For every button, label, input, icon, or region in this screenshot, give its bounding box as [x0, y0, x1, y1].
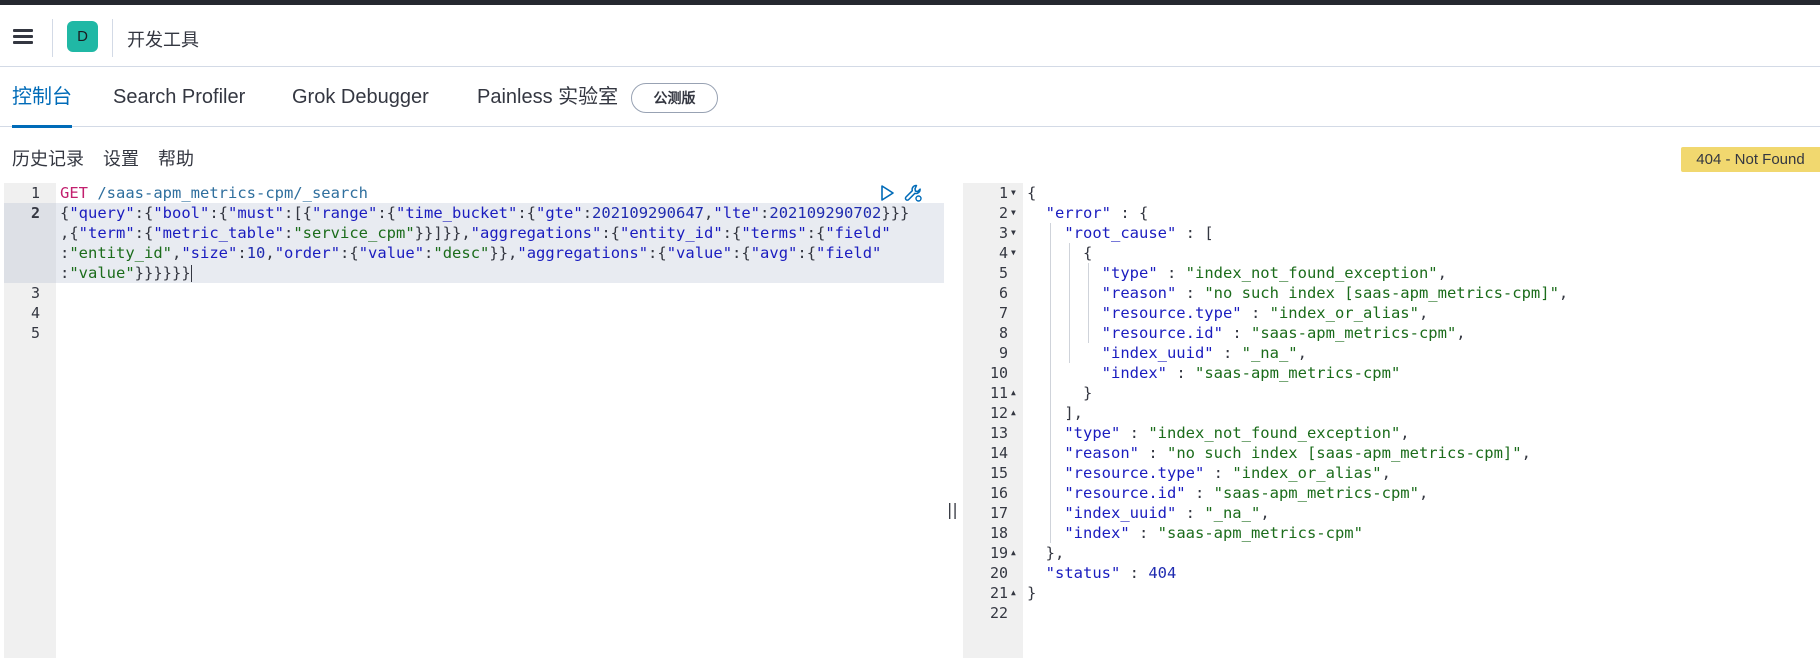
fold-collapse-icon[interactable]: ▼ [1011, 183, 1016, 203]
line-number: 9 [998, 344, 1008, 362]
line-number: 2 [998, 204, 1008, 222]
line-number: 20 [989, 564, 1008, 582]
line-number: 6 [998, 284, 1008, 302]
line-number: 19 [989, 544, 1008, 562]
wrench-icon[interactable] [903, 183, 923, 203]
request-editor[interactable]: 1 2 3 4 5 GET /saas-apm_metrics-cpm/_sea… [4, 183, 944, 658]
request-path: /saas-apm_metrics-cpm/_search [97, 184, 368, 202]
response-line: "type" : "index_not_found_exception", [1101, 264, 1447, 282]
response-line: "resource.id" : "saas-apm_metrics-cpm", [1064, 484, 1429, 502]
line-number: 14 [989, 444, 1008, 462]
line-number: 1 [30, 184, 40, 202]
fold-expand-icon[interactable]: ▲ [1011, 383, 1016, 403]
line-number: 16 [989, 484, 1008, 502]
request-method-line: GET /saas-apm_metrics-cpm/_search [60, 183, 368, 203]
response-line: "index" : "saas-apm_metrics-cpm" [1101, 364, 1401, 382]
request-body-line: {"query":{"bool":{"must":[{"range":{"tim… [60, 204, 910, 222]
response-line: } [1027, 384, 1093, 402]
line-number: 17 [989, 504, 1008, 522]
response-line: "index_uuid" : "_na_", [1101, 344, 1307, 362]
response-line: "index_uuid" : "_na_", [1064, 504, 1270, 522]
line-number: 1 [998, 184, 1008, 202]
line-number: 5 [30, 324, 40, 342]
line-number: 4 [998, 244, 1008, 262]
response-line: "index" : "saas-apm_metrics-cpm" [1064, 524, 1363, 542]
line-number: 21 [989, 584, 1008, 602]
line-number: 13 [989, 424, 1008, 442]
response-line: "type" : "index_not_found_exception", [1064, 424, 1410, 442]
text-cursor [190, 265, 192, 282]
line-number: 10 [989, 364, 1008, 382]
line-number: 18 [989, 524, 1008, 542]
request-body-line: :"value"}}}}}} [60, 264, 192, 282]
line-number: 4 [30, 304, 40, 322]
line-number: 3 [30, 284, 40, 302]
response-line: "resource.id" : "saas-apm_metrics-cpm", [1101, 324, 1466, 342]
header: D 开发工具 [0, 5, 1820, 67]
response-line: { [1027, 184, 1037, 202]
tab-search-profiler[interactable]: Search Profiler [113, 67, 245, 127]
response-line: "resource.type" : "index_or_alias", [1064, 464, 1391, 482]
response-line: "reason" : "no such index [saas-apm_metr… [1064, 444, 1531, 462]
tab-grok-debugger[interactable]: Grok Debugger [292, 67, 429, 127]
space-avatar[interactable]: D [67, 21, 98, 52]
line-number: 11 [989, 384, 1008, 402]
play-icon[interactable] [878, 184, 896, 202]
line-number: 7 [998, 304, 1008, 322]
header-divider [112, 19, 113, 57]
hamburger-menu-icon[interactable] [10, 23, 38, 49]
response-line: ], [1027, 404, 1083, 422]
fold-collapse-icon[interactable]: ▼ [1011, 243, 1016, 263]
response-line: "status" : 404 [1045, 564, 1177, 582]
header-divider [52, 19, 53, 57]
response-editor[interactable]: 1 ▼{2 ▼ "error" : {3 ▼ "root_cause" : [4 ▼ {… [963, 183, 1820, 658]
tab-bar: 控制台 Search Profiler Grok Debugger Painle… [0, 67, 1820, 128]
request-body-line: :"entity_id","size":10,"order":{"value":… [60, 244, 882, 262]
help-link[interactable]: 帮助 [158, 145, 194, 171]
line-number: 5 [998, 264, 1008, 282]
line-number: 12 [989, 404, 1008, 422]
line-number: 22 [989, 604, 1008, 622]
status-badge: 404 - Not Found [1681, 147, 1820, 172]
line-number: 8 [998, 324, 1008, 342]
tab-painless-lab[interactable]: Painless 实验室 [477, 67, 618, 127]
fold-expand-icon[interactable]: ▲ [1011, 583, 1016, 603]
fold-collapse-icon[interactable]: ▼ [1011, 203, 1016, 223]
settings-link[interactable]: 设置 [103, 145, 139, 171]
line-number: 2 [30, 204, 40, 222]
fold-collapse-icon[interactable]: ▼ [1011, 223, 1016, 243]
response-line: } [1027, 584, 1037, 602]
line-number: 15 [989, 464, 1008, 482]
response-line: "reason" : "no such index [saas-apm_metr… [1101, 284, 1569, 302]
app-title: 开发工具 [127, 30, 199, 50]
history-link[interactable]: 历史记录 [12, 145, 84, 171]
response-line: "error" : { [1045, 204, 1149, 222]
response-line: "resource.type" : "index_or_alias", [1101, 304, 1429, 322]
fold-expand-icon[interactable]: ▲ [1011, 403, 1016, 423]
panel-resizer[interactable]: || [947, 500, 958, 520]
response-line: { [1027, 244, 1093, 262]
request-body-line: ,{"term":{"metric_table":"service_cpm"}}… [60, 224, 891, 242]
beta-badge: 公测版 [631, 83, 718, 113]
response-line: "root_cause" : [ [1064, 224, 1214, 242]
response-line: }, [1027, 544, 1065, 562]
line-number: 3 [998, 224, 1008, 242]
fold-expand-icon[interactable]: ▲ [1011, 543, 1016, 563]
tab-console[interactable]: 控制台 [12, 67, 72, 128]
http-method: GET [60, 184, 88, 202]
